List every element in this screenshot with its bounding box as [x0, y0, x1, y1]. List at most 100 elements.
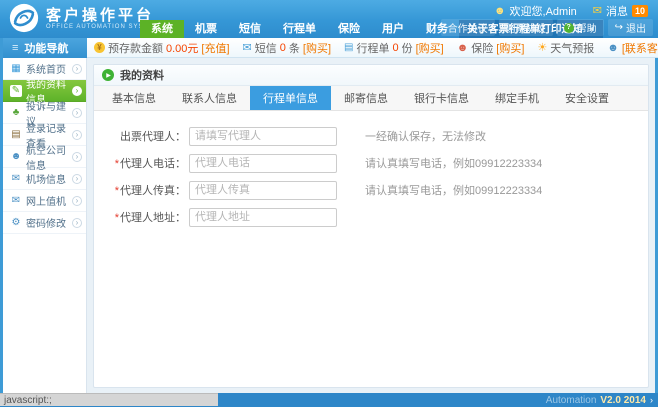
tab-bank-card-info[interactable]: 银行卡信息 — [401, 86, 482, 110]
sidebar: ▦ 系统首页 › ✎ 我的资料信息 › ♣ 投诉与建议 › ▤ 登录记录查看 ›… — [3, 58, 87, 393]
tab-bind-phone[interactable]: 绑定手机 — [482, 86, 552, 110]
sms-label: 短信 — [255, 40, 277, 56]
weather-item[interactable]: ☀ 天气预报 — [537, 40, 594, 56]
tab-mailing-info[interactable]: 邮寄信息 — [331, 86, 401, 110]
itinerary-label: 行程单 — [356, 40, 389, 56]
gear-icon: ⚙ — [10, 217, 22, 228]
nav-item-sms[interactable]: 短信 — [228, 20, 272, 38]
sms-count: 0 — [280, 42, 286, 54]
logout-link[interactable]: ↪ 退出 — [608, 19, 653, 36]
messages[interactable]: ✉ 消息 10 — [593, 3, 648, 19]
chevron-right-icon: › — [72, 108, 82, 118]
messages-label: 消息 — [606, 3, 628, 19]
coin-icon: ¥ — [94, 42, 105, 53]
menu-icon: ≡ — [12, 42, 18, 54]
insurance-label: 保险 — [471, 40, 493, 56]
agent-label: 出票代理人： — [120, 131, 186, 143]
monitor-icon: ▦ — [10, 63, 22, 74]
form-row-agent: 出票代理人： 一经确认保存，无法修改 — [106, 126, 648, 146]
deposit-value: 0.00元 — [166, 40, 198, 56]
profile-tabs: 基本信息 联系人信息 行程单信息 邮寄信息 银行卡信息 绑定手机 安全设置 — [94, 86, 648, 111]
agent-address-label: 代理人地址： — [120, 212, 186, 224]
agent-phone-hint: 请认真填写电话，例如09912223334 — [365, 155, 542, 171]
agent-input[interactable] — [189, 127, 337, 146]
footer-brand: Automation — [546, 395, 597, 406]
itinerary-unit: 份 — [402, 40, 413, 56]
tab-contact-info[interactable]: 联系人信息 — [169, 86, 250, 110]
itinerary-item: ▤ 行程单 0 份 [购买] — [344, 40, 444, 56]
sms-item: ✉ 短信 0 条 [购买] — [243, 40, 331, 56]
nav-item-itinerary[interactable]: 行程单 — [272, 20, 327, 38]
chevron-right-icon: › — [72, 64, 82, 74]
sms-icon: ✉ — [243, 41, 252, 54]
user-icon: ☻ — [494, 5, 506, 17]
sidebar-item-airlines[interactable]: ☻ 航空公司信息 › — [3, 146, 86, 168]
agent-fax-input[interactable] — [189, 181, 337, 200]
profile-panel: ▶ 我的资料 基本信息 联系人信息 行程单信息 邮寄信息 银行卡信息 绑定手机 … — [93, 64, 649, 388]
form-row-agent-phone: *代理人电话： 请认真填写电话，例如09912223334 — [106, 153, 648, 173]
sidebar-item-change-password[interactable]: ⚙ 密码修改 › — [3, 212, 86, 234]
agent-phone-input[interactable] — [189, 154, 337, 173]
tab-basic-info[interactable]: 基本信息 — [99, 86, 169, 110]
footer-version: V2.0 2014 — [600, 395, 646, 406]
cooperation-agreement-link[interactable]: 合作协议 — [441, 19, 495, 36]
insurance-item: ☻ 保险 [购买] — [457, 40, 525, 56]
panel-title: 我的资料 — [120, 67, 164, 83]
contact-manager-link: [联系客户经理] — [622, 40, 658, 56]
chevron-right-icon: › — [72, 152, 82, 162]
welcome-user[interactable]: ☻ 欢迎您,Admin — [494, 3, 577, 19]
panel-title-bar: ▶ 我的资料 — [94, 65, 648, 86]
deposit-label: 预存款金额 — [108, 40, 163, 56]
contact-manager-item[interactable]: ☻ [联系客户经理] — [607, 40, 658, 56]
document-icon: ▤ — [344, 42, 353, 53]
body-row: ▦ 系统首页 › ✎ 我的资料信息 › ♣ 投诉与建议 › ▤ 登录记录查看 ›… — [3, 58, 655, 393]
agent-address-input[interactable] — [189, 208, 337, 227]
app-frame: ≡ 功能导航 ¥ 预存款金额 0.00元 [充值] ✉ 短信 0 条 [购买] … — [0, 38, 658, 393]
nav-item-system[interactable]: 系统 — [140, 20, 184, 38]
account-toolbar: ¥ 预存款金额 0.00元 [充值] ✉ 短信 0 条 [购买] ▤ 行程单 0… — [87, 38, 658, 58]
messages-badge: 10 — [632, 5, 648, 17]
sidebar-header: ≡ 功能导航 — [3, 38, 87, 58]
logo-icon — [9, 3, 39, 33]
header-links: 合作协议 购票协议 ? 帮助 ↪ 退出 — [441, 19, 653, 36]
nav-item-users[interactable]: 用户 — [371, 20, 415, 38]
ticket-agreement-link[interactable]: 购票协议 — [499, 19, 553, 36]
envelope-icon: ✉ — [10, 173, 22, 184]
book-icon: ▤ — [10, 129, 22, 140]
form-row-agent-address: *代理人地址： — [106, 207, 648, 227]
insurance-buy-link[interactable]: [购买] — [496, 40, 524, 56]
welcome-text: 欢迎您,Admin — [510, 3, 577, 19]
user-area: ☻ 欢迎您,Admin ✉ 消息 10 — [494, 2, 648, 19]
nav-item-insurance[interactable]: 保险 — [327, 20, 371, 38]
tab-itinerary-info[interactable]: 行程单信息 — [250, 86, 331, 110]
sms-unit: 条 — [289, 40, 300, 56]
help-link[interactable]: ? 帮助 — [557, 19, 604, 36]
logo: 客户操作平台 OFFICE AUTOMATION SYSTEM — [9, 3, 159, 33]
agent-phone-label: 代理人电话： — [120, 158, 186, 170]
help-icon: ? — [564, 23, 574, 33]
itinerary-count: 0 — [392, 42, 398, 54]
form-row-agent-fax: *代理人传真： 请认真填写电话，例如09912223334 — [106, 180, 648, 200]
main-content: ▶ 我的资料 基本信息 联系人信息 行程单信息 邮寄信息 银行卡信息 绑定手机 … — [87, 58, 655, 393]
weather-label: 天气预报 — [550, 40, 594, 56]
footer-arrow-icon: › — [650, 395, 653, 405]
browser-status-text: javascript:; — [0, 393, 218, 406]
tree-icon: ♣ — [10, 107, 22, 118]
itinerary-form: 出票代理人： 一经确认保存，无法修改 *代理人电话： 请认真填写电话，例如099… — [94, 111, 648, 227]
insurance-icon: ☻ — [457, 42, 469, 54]
chevron-right-icon: › — [72, 174, 82, 184]
itinerary-buy-link[interactable]: [购买] — [416, 40, 444, 56]
sidebar-item-airports[interactable]: ✉ 机场信息 › — [3, 168, 86, 190]
sms-buy-link[interactable]: [购买] — [303, 40, 331, 56]
envelope-icon: ✉ — [10, 195, 22, 206]
deposit-item: ¥ 预存款金额 0.00元 [充值] — [94, 40, 230, 56]
sidebar-item-online-checkin[interactable]: ✉ 网上值机 › — [3, 190, 86, 212]
tab-security-settings[interactable]: 安全设置 — [552, 86, 622, 110]
agent-hint: 一经确认保存，无法修改 — [365, 128, 486, 144]
chevron-right-icon: › — [72, 218, 82, 228]
nav-item-tickets[interactable]: 机票 — [184, 20, 228, 38]
recharge-link[interactable]: [充值] — [201, 40, 229, 56]
chevron-right-icon: › — [72, 86, 82, 96]
edit-icon: ✎ — [10, 85, 22, 97]
sun-icon: ☀ — [537, 41, 547, 54]
